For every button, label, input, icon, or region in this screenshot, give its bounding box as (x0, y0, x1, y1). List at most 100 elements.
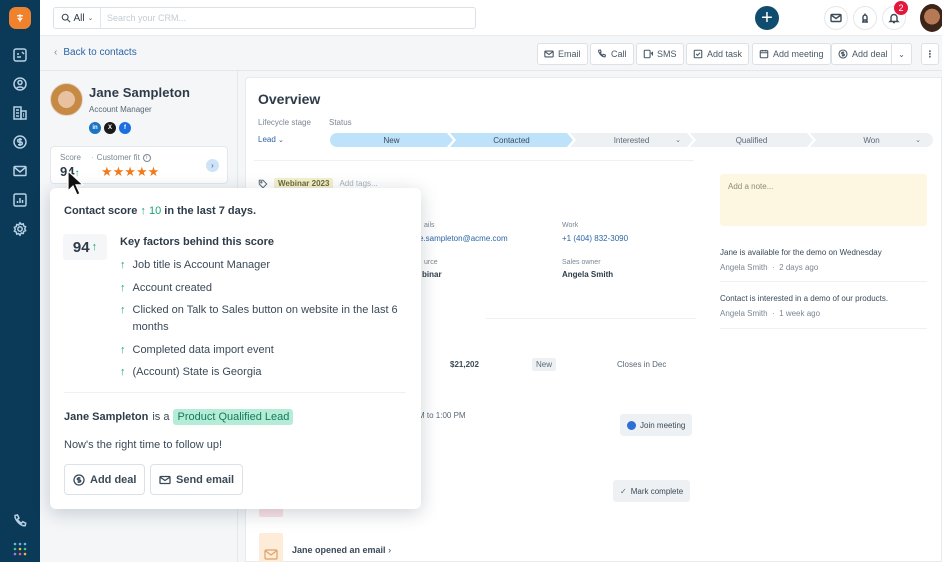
add-deal-button[interactable]: Add deal (831, 43, 895, 65)
stage-won[interactable]: Won ⌄ (810, 133, 933, 147)
lifecycle-stage-label: Lifecycle stage (258, 118, 311, 127)
email-action-label: Email (558, 49, 581, 59)
contact-avatar (50, 83, 83, 116)
arrow-up-icon: ↑ (120, 343, 126, 356)
deal-stage-badge: New (532, 358, 557, 371)
dollar-icon (73, 473, 85, 486)
reports-icon[interactable] (10, 190, 30, 210)
add-deal-popover-button[interactable]: Add deal (64, 464, 146, 495)
deals-icon[interactable] (10, 132, 30, 152)
phone-icon[interactable] (10, 511, 30, 531)
search-scope-dropdown[interactable]: All ⌄ (54, 8, 101, 28)
arrow-up-icon: ↑ (120, 259, 126, 271)
source-label: urce (424, 259, 438, 266)
status-pipeline: New Contacted Interested ⌄ Qualified Won ⌄ (330, 133, 933, 147)
add-tags-input[interactable]: Add tags... (339, 179, 377, 188)
note-item: Jane is available for the demo on Wednes… (720, 248, 882, 272)
add-task-label: Add task (707, 49, 743, 59)
chevron-down-icon: ⌄ (278, 137, 284, 144)
email-icon (544, 50, 554, 58)
arrow-up-icon: ↑ (120, 366, 126, 378)
arrow-up-icon: ↑ (140, 205, 146, 217)
deal-amount: $21,202 (450, 360, 479, 369)
chevron-down-icon: ⌄ (675, 137, 681, 144)
source-value: binar (422, 270, 442, 279)
key-factors-title: Key factors behind this score (120, 236, 275, 248)
settings-icon[interactable] (10, 219, 30, 239)
dollar-icon (838, 49, 848, 59)
pql-statement: Jane Sampleton is a Product Qualified Le… (64, 409, 294, 425)
chevron-down-icon: ⌄ (87, 15, 94, 22)
email-value-link[interactable]: e.sampleton@acme.com (419, 234, 508, 243)
stage-new[interactable]: New (330, 133, 453, 147)
apps-grid-icon[interactable] (10, 539, 30, 559)
info-icon[interactable]: i (142, 153, 151, 162)
accounts-icon[interactable] (10, 103, 30, 123)
score-badge: 94 ↑ (63, 234, 107, 260)
user-avatar[interactable] (920, 4, 942, 32)
x-twitter-icon[interactable]: X (104, 122, 116, 134)
freshworks-logo-icon[interactable] (9, 7, 31, 29)
divider (720, 281, 927, 282)
mark-complete-button[interactable]: ✓ Mark complete (613, 480, 691, 502)
email-icon[interactable] (10, 161, 30, 181)
call-action-button[interactable]: Call (590, 43, 634, 65)
factor-item: ↑ Job title is Account Manager (120, 257, 405, 274)
contact-score-popover: Contact score ↑ 10 in the last 7 days. 9… (50, 188, 421, 509)
email-action-button[interactable]: Email (537, 43, 588, 65)
facebook-icon[interactable]: f (119, 122, 131, 134)
activity-title-link[interactable]: Jane opened an email › (292, 545, 391, 555)
lifecycle-stage-dropdown[interactable]: Lead ⌄ (258, 135, 284, 144)
key-factors-list: ↑ Job title is Account Manager ↑ Account c… (120, 257, 405, 387)
sales-owner-label: Sales owner (562, 259, 601, 266)
arrow-up-icon: ↑ (120, 281, 126, 294)
join-meeting-button[interactable]: Join meeting (620, 414, 693, 436)
mail-icon (264, 549, 278, 560)
add-task-button[interactable]: Add task (686, 43, 750, 65)
contact-name: Jane Sampleton (89, 85, 191, 100)
mail-icon (159, 475, 171, 484)
search-scope-label: All (73, 12, 85, 24)
contacts-icon[interactable] (10, 74, 30, 94)
linkedin-icon[interactable]: in (89, 122, 101, 134)
stage-qualified[interactable]: Qualified (690, 133, 813, 147)
task-icon (693, 49, 703, 59)
quick-add-button[interactable]: + (755, 6, 779, 30)
send-email-popover-button[interactable]: Send email (150, 464, 244, 495)
call-action-label: Call (611, 49, 627, 59)
inbox-button[interactable] (824, 6, 848, 30)
stage-contacted[interactable]: Contacted (450, 133, 573, 147)
add-note-input[interactable]: Add a note... (720, 174, 927, 226)
tag-icon (258, 179, 268, 188)
mail-icon (830, 13, 842, 23)
add-meeting-button[interactable]: Add meeting (752, 43, 831, 65)
contact-job-title: Account Manager (89, 105, 152, 114)
sms-action-label: SMS (657, 49, 677, 59)
dashboard-icon[interactable] (10, 45, 30, 65)
back-to-contacts-link[interactable]: ‹ Back to contacts (54, 47, 137, 58)
factor-item: ↑ (Account) State is Georgia (120, 364, 405, 381)
more-actions-dropdown[interactable]: ⌄ (891, 43, 912, 65)
sms-icon (643, 49, 653, 59)
kebab-icon: ⋮ (925, 48, 935, 59)
factor-item: ↑ Account created (120, 280, 405, 297)
arrow-up-icon: ↑ (91, 241, 98, 253)
chevron-down-icon: ⌄ (915, 137, 921, 144)
factor-item: ↑ Clicked on Talk to Sales button on webs… (120, 302, 405, 336)
factor-item: ↑ Completed data import event (120, 342, 405, 359)
chevron-right-icon[interactable]: › (206, 159, 219, 172)
sales-assistant-button[interactable] (853, 6, 877, 30)
calendar-icon (759, 49, 769, 59)
status-label: Status (329, 118, 352, 127)
follow-up-text: Now's the right time to follow up! (64, 439, 223, 451)
work-phone-link[interactable]: +1 (404) 832-3090 (562, 234, 628, 243)
divider (64, 392, 406, 393)
kebab-menu-button[interactable]: ⋮ (921, 43, 939, 65)
stage-interested[interactable]: Interested ⌄ (570, 133, 693, 147)
sms-action-button[interactable]: SMS (636, 43, 684, 65)
search-input[interactable] (101, 13, 475, 23)
customer-fit-label: · Customer fit i (91, 153, 151, 162)
search-icon (61, 13, 71, 23)
plus-icon: + (761, 7, 773, 29)
social-links: in X f (89, 122, 131, 134)
